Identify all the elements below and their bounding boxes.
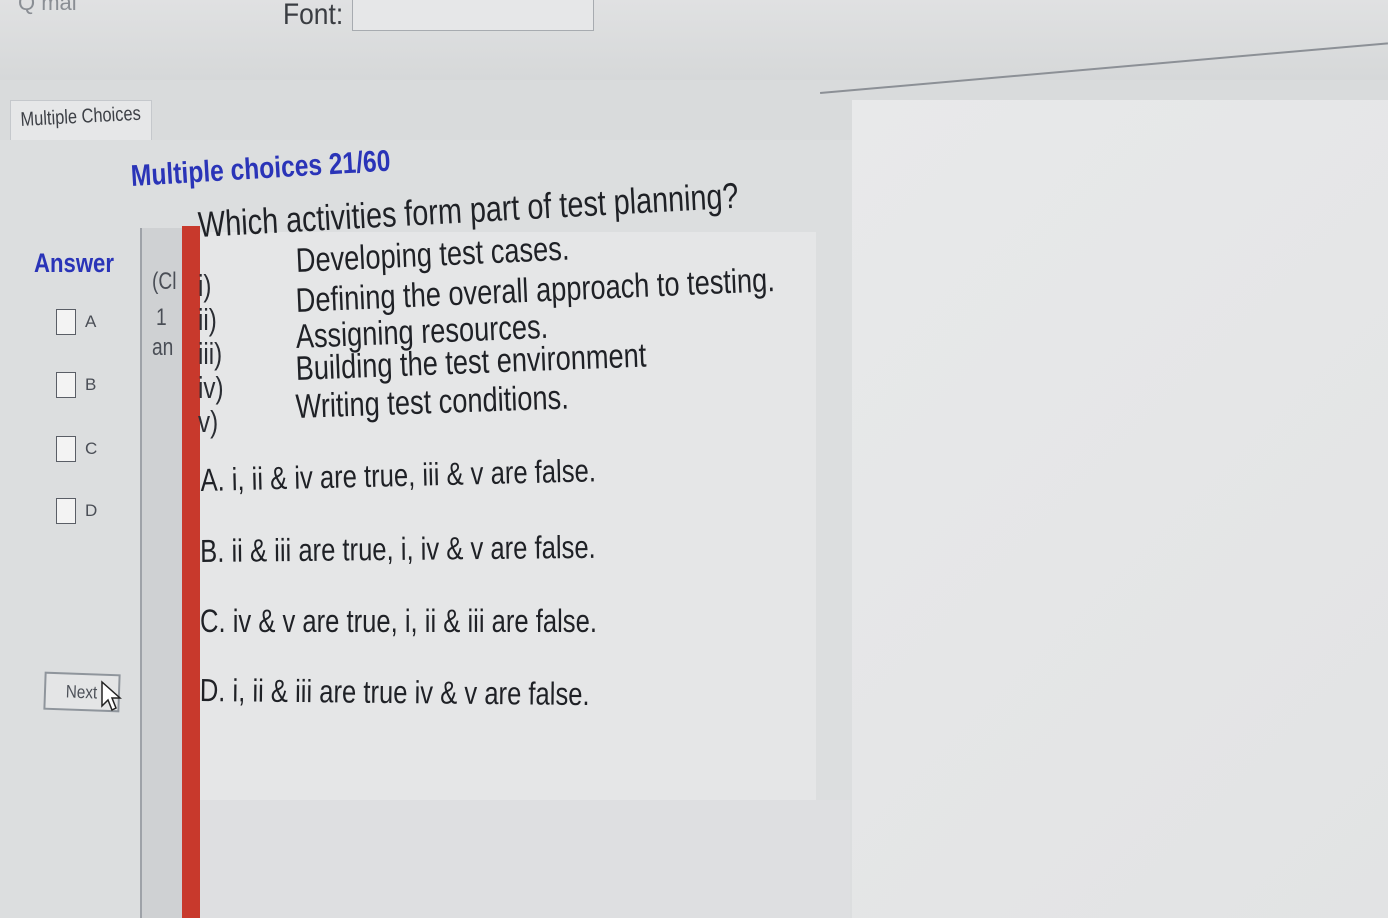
checkbox-c[interactable] bbox=[56, 436, 76, 462]
clipped-text: an bbox=[152, 334, 174, 361]
choice-letter: B bbox=[85, 375, 97, 394]
statement-number: ii) bbox=[198, 302, 217, 337]
checkbox-b[interactable] bbox=[56, 372, 76, 398]
clipped-side-column: (Cl 1 an bbox=[140, 228, 184, 918]
option-b: B. ii & iii are true, i, iv & v are fals… bbox=[200, 528, 596, 569]
checkbox-a[interactable] bbox=[56, 309, 76, 335]
clipped-text: (Cl bbox=[152, 268, 177, 295]
answer-choice-b[interactable]: B bbox=[56, 372, 96, 398]
answer-choice-c[interactable]: C bbox=[56, 436, 97, 462]
statement-number: iv) bbox=[198, 370, 224, 405]
statement-number: v) bbox=[198, 404, 219, 439]
top-toolbar: Q mai Font: bbox=[0, 0, 1388, 80]
question-panel-bottom bbox=[200, 800, 850, 918]
answer-choice-d[interactable]: D bbox=[56, 498, 97, 524]
font-field[interactable] bbox=[352, 0, 594, 31]
section-tab-multiple-choices[interactable]: Multiple Choices bbox=[10, 100, 152, 141]
checkbox-d[interactable] bbox=[56, 498, 76, 524]
font-label: Font: bbox=[283, 0, 344, 31]
choice-letter: A bbox=[85, 312, 97, 331]
menu-partial-label[interactable]: Q mai bbox=[18, 0, 77, 16]
answer-label: Answer bbox=[34, 248, 114, 278]
statement-number: i) bbox=[198, 268, 212, 303]
statement-number: iii) bbox=[198, 336, 223, 371]
next-button-label: Next bbox=[65, 680, 99, 703]
pointer-cursor-icon bbox=[101, 680, 122, 712]
option-d: D. i, ii & iii are true iv & v are false… bbox=[199, 672, 590, 713]
clipped-text: 1 bbox=[156, 304, 167, 331]
option-c: C. iv & v are true, i, ii & iii are fals… bbox=[200, 603, 597, 639]
answer-choice-a[interactable]: A bbox=[56, 309, 96, 335]
choice-letter: D bbox=[85, 501, 98, 520]
right-empty-area bbox=[852, 100, 1388, 918]
choice-letter: C bbox=[85, 439, 98, 458]
section-tab-label: Multiple Choices bbox=[20, 102, 142, 131]
